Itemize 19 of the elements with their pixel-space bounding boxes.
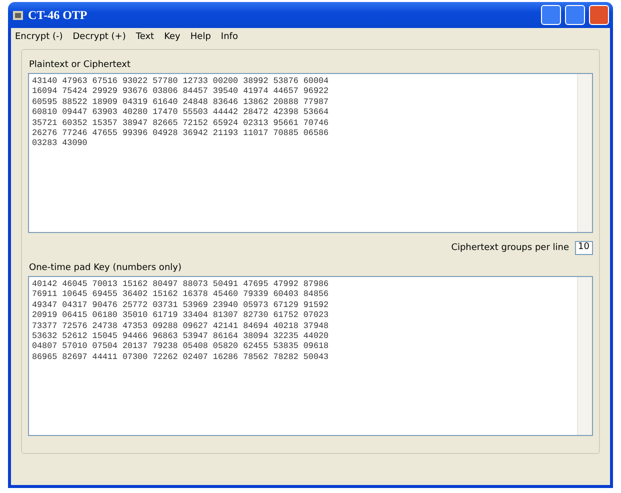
app-icon	[12, 9, 24, 21]
menu-item[interactable]: Help	[190, 32, 211, 42]
text-area[interactable]: 40142 46045 70013 15162 80497 88073 50491 47695 47992 87986 76911 10645 69455 36402 15162 16378 45460 79339 60403 84856 49347 04317 90476 25772 03731 53969 23940 05973 67129 91592 20919 06415 06180 35010 61719 33404 81307 82730 61752 07023 73377 72576 24738 47353 09288 09627 42141 84694 40218 37948 53632 52612 15045 94466 96863 53947 86164 38094 32235 44020 04807 57010 07504 20137 79238 05408 05820 62455 53835 09618 86965 82697 44411 07300 72262 02407 16286 78562 78282 50043	[28, 276, 593, 436]
menu-item[interactable]: Encrypt (-)	[15, 32, 63, 42]
text-area[interactable]: 43140 47963 67516 93022 57780 12733 00200 38992 53876 60004 16094 75424 29929 93676 03806 84457 39540 41974 44657 96922 60595 88522 18909 04319 61640 24848 83646 13862 20888 77987 60810 09447 63903 40280 17470 55503 44442 28472 42398 53664 35721 60352 15357 38947 82665 72152 65924 02313 95661 70746 26276 77246 47655 99396 04928 36942 21193 11017 70885 06586 03283 43090	[28, 73, 593, 233]
window-title: CT-46 OTP	[28, 8, 88, 22]
scrollbar[interactable]	[577, 74, 592, 232]
menu-item[interactable]: Decrypt (+)	[72, 32, 126, 42]
field-label: Ciphertext groups per line	[451, 243, 569, 253]
input-field[interactable]: 10	[575, 241, 593, 255]
menu-item[interactable]: Key	[164, 32, 180, 42]
maximize-button[interactable]	[565, 5, 585, 25]
scrollbar[interactable]	[577, 277, 592, 435]
minimize-button[interactable]	[541, 5, 561, 25]
menu-item[interactable]: Info	[220, 32, 238, 42]
menu-item[interactable]: Text	[136, 32, 154, 42]
close-button[interactable]	[589, 5, 609, 25]
field-label: Plaintext or Ciphertext	[29, 60, 132, 70]
field-label: One-time pad Key (numbers only)	[29, 263, 182, 273]
